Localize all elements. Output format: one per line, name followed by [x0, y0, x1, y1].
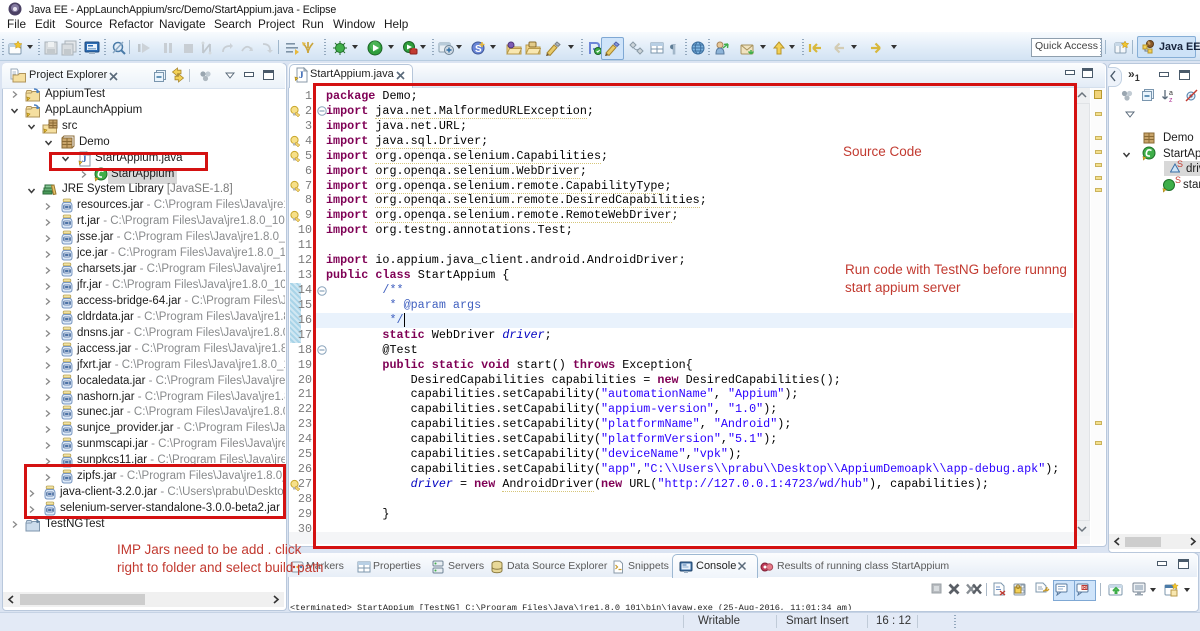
svg-text:J: J — [299, 70, 304, 80]
svg-text:S: S — [475, 44, 482, 55]
svg-text:¶: ¶ — [670, 41, 676, 56]
svg-text:z: z — [1169, 97, 1173, 103]
svg-text:a: a — [1169, 90, 1173, 97]
